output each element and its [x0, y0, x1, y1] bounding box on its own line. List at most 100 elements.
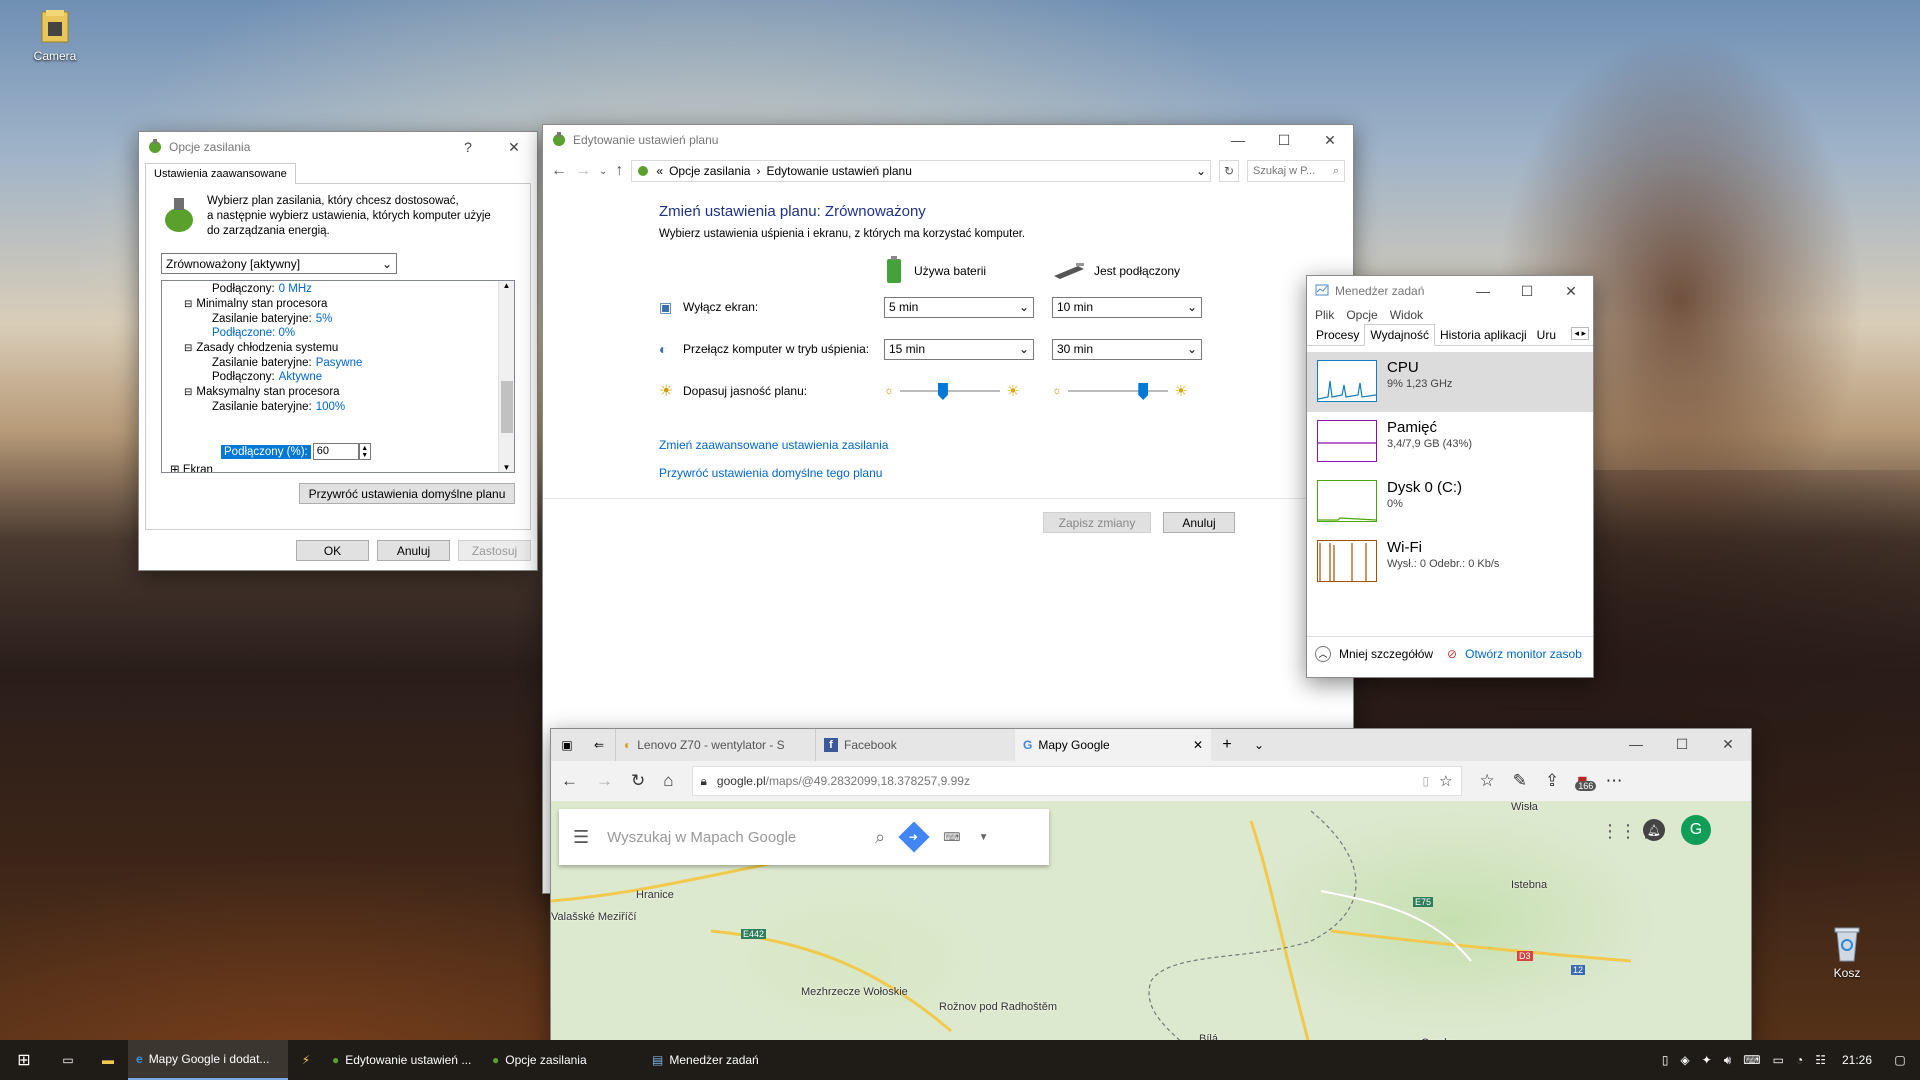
- scroll-thumb[interactable]: [501, 381, 513, 433]
- maps-search-box[interactable]: ☰ Wyszukaj w Mapach Google ⌕ ➜ ⌨ ▼: [559, 809, 1049, 865]
- search-input[interactable]: Szukaj w P... ⌕: [1247, 160, 1345, 182]
- tree-row[interactable]: ⊟ Zasady chłodzenia systemu: [162, 341, 514, 356]
- favorite-star-icon[interactable]: ☆: [1439, 772, 1452, 790]
- menu-item[interactable]: Widok: [1390, 308, 1423, 322]
- tree-row[interactable]: ⊟ Maksymalny stan procesora: [162, 385, 514, 400]
- scroll-up-arrow[interactable]: ▲: [499, 281, 514, 290]
- percent-input[interactable]: 60: [312, 443, 359, 460]
- notifications-icon[interactable]: 🔔︎: [1643, 819, 1665, 841]
- new-tab-button[interactable]: +: [1211, 729, 1243, 761]
- brightness-slider-plugged[interactable]: ☼ ☀: [1052, 381, 1220, 401]
- browser-tab[interactable]: ◐ Lenovo Z70 - wentylator - S: [615, 729, 815, 761]
- tab-1[interactable]: Procesy: [1311, 325, 1364, 345]
- taskbar-item[interactable]: e Mapy Google i dodat...: [128, 1040, 288, 1080]
- address-bar[interactable]: « Opcje zasilania › Edytowanie ustawień …: [631, 160, 1211, 182]
- forward-arrow-icon[interactable]: →: [575, 162, 591, 180]
- breadcrumb-item[interactable]: Edytowanie ustawień planu: [766, 164, 1189, 178]
- tab-list-chevron-icon[interactable]: ⌄: [1243, 729, 1275, 761]
- tree-row[interactable]: ⊟ Minimalny stan procesora: [162, 297, 514, 312]
- tree-row-value[interactable]: Pasywne: [316, 357, 363, 369]
- back-arrow-icon[interactable]: ←: [561, 771, 578, 791]
- close-button[interactable]: ✕: [1307, 125, 1353, 155]
- search-icon[interactable]: ⌕: [875, 827, 885, 848]
- file-explorer-button[interactable]: ▬: [88, 1040, 128, 1080]
- home-icon[interactable]: ⌂: [663, 771, 673, 791]
- maps-search-input[interactable]: Wyszukaj w Mapach Google: [607, 829, 857, 846]
- desktop-icon-camera[interactable]: Camera: [20, 8, 90, 63]
- desktop-icon-recycle-bin[interactable]: Kosz: [1812, 925, 1882, 980]
- perf-item-1[interactable]: CPU 9% 1,23 GHz: [1307, 352, 1593, 412]
- volume-icon[interactable]: 🔊︎: [1724, 1053, 1732, 1068]
- save-changes-button[interactable]: Zapisz zmiany: [1043, 512, 1151, 533]
- battery-icon[interactable]: ▭: [1773, 1053, 1784, 1067]
- spin-buttons[interactable]: ▲ ▼: [358, 443, 371, 460]
- collapse-icon[interactable]: ⊟: [184, 343, 192, 354]
- power-options-titlebar[interactable]: Opcje zasilania ? ✕: [139, 132, 537, 162]
- perf-item-3[interactable]: Dysk 0 (C:) 0%: [1307, 472, 1593, 532]
- browser-tab[interactable]: f Facebook: [815, 729, 1015, 761]
- help-button[interactable]: ?: [445, 132, 491, 162]
- pinned-app-icon[interactable]: ⚡: [288, 1040, 324, 1080]
- share-icon[interactable]: ⇪: [1545, 771, 1559, 791]
- advanced-settings-link[interactable]: Zmień zaawansowane ustawienia zasilania: [659, 438, 1353, 452]
- restore-defaults-link[interactable]: Przywróć ustawienia domyślne tego planu: [659, 466, 1353, 480]
- task-manager-titlebar[interactable]: Menedżer zadań — ☐ ✕: [1307, 276, 1593, 306]
- keyboard-icon[interactable]: ⌨: [943, 830, 960, 844]
- minimize-button[interactable]: —: [1461, 276, 1505, 306]
- ok-button[interactable]: OK: [296, 540, 369, 561]
- forward-arrow-icon[interactable]: →: [596, 771, 613, 791]
- reading-view-icon[interactable]: ▯: [1422, 774, 1429, 788]
- scroll-down-arrow[interactable]: ▼: [499, 463, 514, 472]
- tab-4[interactable]: Uru: [1532, 325, 1561, 345]
- slider-thumb[interactable]: [937, 383, 948, 400]
- tabs-aside-icon[interactable]: ⇐: [583, 729, 615, 761]
- maximize-button[interactable]: ☐: [1261, 125, 1307, 155]
- start-button[interactable]: ⊞: [0, 1040, 48, 1080]
- fewer-details-link[interactable]: Mniej szczegółów: [1339, 647, 1433, 661]
- dropbox-icon[interactable]: ✦: [1702, 1053, 1712, 1067]
- tree-row[interactable]: Podłączony: Aktywne: [162, 370, 514, 385]
- tab-advanced-settings[interactable]: Ustawienia zaawansowane: [145, 163, 296, 184]
- minimize-button[interactable]: —: [1613, 729, 1659, 759]
- tray-icons[interactable]: ▯ ◈ ✦ 🔊︎ ⌨ ▭ ◔ ☷: [1654, 1040, 1834, 1080]
- time-select-plugged[interactable]: 30 min ⌄: [1052, 338, 1202, 360]
- tab-3[interactable]: Historia aplikacji: [1435, 325, 1532, 345]
- close-tab-icon[interactable]: ✕: [1193, 738, 1203, 752]
- collapse-icon[interactable]: ⊟: [184, 387, 192, 398]
- chevron-down-icon[interactable]: ⌄: [1196, 164, 1206, 178]
- open-resource-monitor-link[interactable]: Otwórz monitor zasob: [1465, 647, 1582, 661]
- pen-icon[interactable]: ✎: [1513, 771, 1527, 791]
- extension-badge[interactable]: ■ 166: [1575, 771, 1597, 791]
- maximize-button[interactable]: ☐: [1659, 729, 1705, 759]
- avatar[interactable]: G: [1681, 815, 1711, 845]
- maximize-button[interactable]: ☐: [1505, 276, 1549, 306]
- tree-row[interactable]: Podłączone: 0%: [162, 326, 514, 341]
- clock[interactable]: 21:26: [1834, 1040, 1880, 1080]
- map-area[interactable]: HraniceKopřivniceWisłaIstebnaValašské Me…: [551, 801, 1751, 1051]
- tree-last-row[interactable]: ⊞ Ekran: [170, 462, 213, 472]
- tree-row[interactable]: Podłączony: 0 MHz: [162, 282, 514, 297]
- menu-item[interactable]: Opcje: [1346, 308, 1377, 322]
- tree-row-value[interactable]: 100%: [316, 401, 345, 413]
- apply-button[interactable]: Zastosuj: [458, 540, 531, 561]
- tablet-mode-icon[interactable]: ▯: [1662, 1053, 1669, 1067]
- tree-row-value[interactable]: 0 MHz: [279, 283, 312, 295]
- slider-thumb[interactable]: [1138, 383, 1149, 400]
- time-select-battery[interactable]: 15 min ⌄: [884, 338, 1034, 360]
- favorites-hub-icon[interactable]: ☆: [1480, 771, 1495, 791]
- chevron-up-icon[interactable]: ︿: [1315, 645, 1331, 662]
- tree-row[interactable]: Zasilanie bateryjne: 5%: [162, 311, 514, 326]
- refresh-icon[interactable]: ↻: [1219, 160, 1239, 182]
- taskbar-item[interactable]: ▤ Menedżer zadań: [644, 1040, 794, 1080]
- taskbar-item[interactable]: ● Opcje zasilania: [484, 1040, 644, 1080]
- tab-scroll-arrows[interactable]: ◂ ▸: [1571, 327, 1589, 340]
- scrollbar[interactable]: ▲ ▼: [498, 281, 514, 472]
- tab-preview-icon[interactable]: ▣: [551, 729, 583, 761]
- time-select-battery[interactable]: 5 min ⌄: [884, 296, 1034, 318]
- tree-row-value[interactable]: 5%: [316, 313, 333, 325]
- back-arrow-icon[interactable]: ←: [551, 162, 567, 180]
- wifi-icon[interactable]: ◔: [1796, 1053, 1803, 1067]
- close-button[interactable]: ✕: [1705, 729, 1751, 759]
- minimize-button[interactable]: —: [1215, 125, 1261, 155]
- tree-row[interactable]: Zasilanie bateryjne: 100%: [162, 400, 514, 415]
